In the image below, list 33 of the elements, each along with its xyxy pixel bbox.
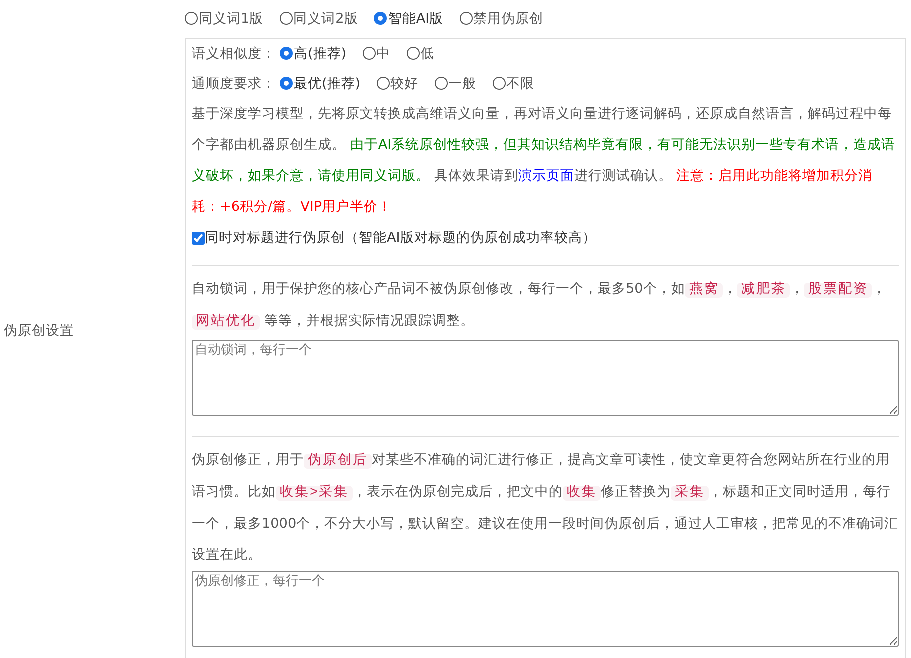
- radio-button[interactable]: [434, 77, 448, 90]
- radio-button[interactable]: [460, 12, 473, 26]
- corrections-input[interactable]: 伪原创修正，每行一个: [192, 571, 899, 647]
- radio-button[interactable]: [362, 47, 376, 60]
- radio-button[interactable]: [280, 47, 293, 60]
- radio-label[interactable]: 禁用伪原创: [474, 8, 544, 30]
- lock-words-description: 自动锁词，用于保护您的核心产品词不被伪原创修改，每行一个，最多50个，如 燕窝 ， 减肥茶 ， 股票配资 ， 网站优化 等等，并根据实际情况跟踪调整。: [192, 280, 888, 332]
- checkbox[interactable]: [192, 232, 205, 244]
- settings-label: 伪原创设置: [4, 322, 74, 341]
- radio-button[interactable]: [280, 12, 293, 26]
- radio-label[interactable]: 低: [420, 44, 435, 64]
- radio-label[interactable]: 高(推荐): [294, 44, 347, 64]
- radio-label[interactable]: 智能AI版: [388, 8, 444, 30]
- radio-label[interactable]: 中: [376, 44, 391, 64]
- radio-label[interactable]: 最优(推荐): [294, 74, 361, 94]
- radio-button[interactable]: [374, 12, 388, 26]
- radio-button[interactable]: [406, 47, 420, 60]
- ai-description: 基于深度学习模型，先将原文转换成高维语义向量，再对语义向量进行逐词解码，还原成自然语言，解码过程中每个字都由机器原创生成。 由于AI系统原创性较强，但其知识结构毕竟有限，有可能无法识别一些专有术语，造成语义破坏，如果介意，请使用同义词版。 具体效果请到演示页面进行测试确认。 注意：启用此功能将增加积分消耗：+6积分/篇。VIP用户半价！: [192, 105, 897, 217]
- lock-words-input[interactable]: 自动锁词，每行一个: [192, 340, 899, 416]
- checkbox-label[interactable]: 同时对标题进行伪原创（智能AI版对标题的伪原创成功率较高）: [205, 228, 596, 248]
- radio-label[interactable]: 较好: [390, 74, 419, 94]
- radio-label[interactable]: 一般: [448, 74, 477, 94]
- radio-button[interactable]: [492, 77, 506, 90]
- radio-label[interactable]: 同义词1版: [199, 8, 264, 30]
- radio-button[interactable]: [376, 77, 390, 90]
- fluency-label: 通顺度要求：: [192, 74, 276, 94]
- corrections-description: 伪原创修正，用于 伪原创后 对某些不准确的词汇进行修正，提高文章可读性，使文章更符合您网站所在行业的用语习惯。比如 收集>采集 ，表示在伪原创完成后，把文中的 收集 修正替换为 采集 ，标题和正文同时适用，每行一个，最多1000个，不分大小写，默认留空。建议在使用一段时间伪原创后，通过人工审核，把常见的不准确词汇设置在此。: [192, 451, 899, 565]
- similarity-label: 语义相似度：: [192, 44, 276, 64]
- radio-button[interactable]: [280, 77, 293, 90]
- radio-label[interactable]: 不限: [506, 74, 535, 94]
- demo-link[interactable]: 演示页面: [518, 168, 574, 184]
- radio-label[interactable]: 同义词2版: [294, 8, 358, 30]
- radio-button[interactable]: [185, 12, 198, 26]
